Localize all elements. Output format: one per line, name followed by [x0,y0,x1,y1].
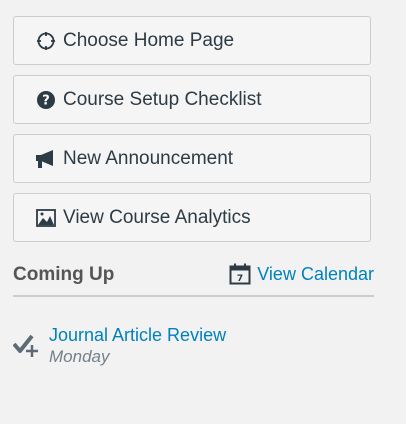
view-calendar-label: View Calendar [257,263,374,284]
coming-up-title: Coming Up [13,264,115,285]
view-calendar-link[interactable]: 7 View Calendar [229,263,374,285]
new-announcement-button[interactable]: New Announcement [13,134,371,183]
megaphone-icon [35,148,57,170]
new-announcement-label: New Announcement [63,147,234,169]
choose-home-page-button[interactable]: Choose Home Page [13,16,371,65]
list-item: Journal Article Review Monday [13,323,374,373]
calendar-icon-day: 7 [237,274,243,284]
question-circle-icon: ? [35,89,57,111]
calendar-icon: 7 [229,263,251,285]
choose-home-page-label: Choose Home Page [63,29,235,51]
course-setup-checklist-button[interactable]: ? Course Setup Checklist [13,75,371,124]
event-date: Monday [49,347,110,366]
image-chart-icon [35,207,57,229]
target-icon [35,30,57,52]
assignment-icon [13,334,38,357]
course-setup-checklist-label: Course Setup Checklist [63,88,262,110]
view-course-analytics-button[interactable]: View Course Analytics [13,193,371,242]
event-title-link[interactable]: Journal Article Review [49,325,226,346]
svg-text:?: ? [42,93,50,108]
coming-up-header: Coming Up 7 View Calendar [13,262,374,297]
view-course-analytics-label: View Course Analytics [63,206,251,228]
